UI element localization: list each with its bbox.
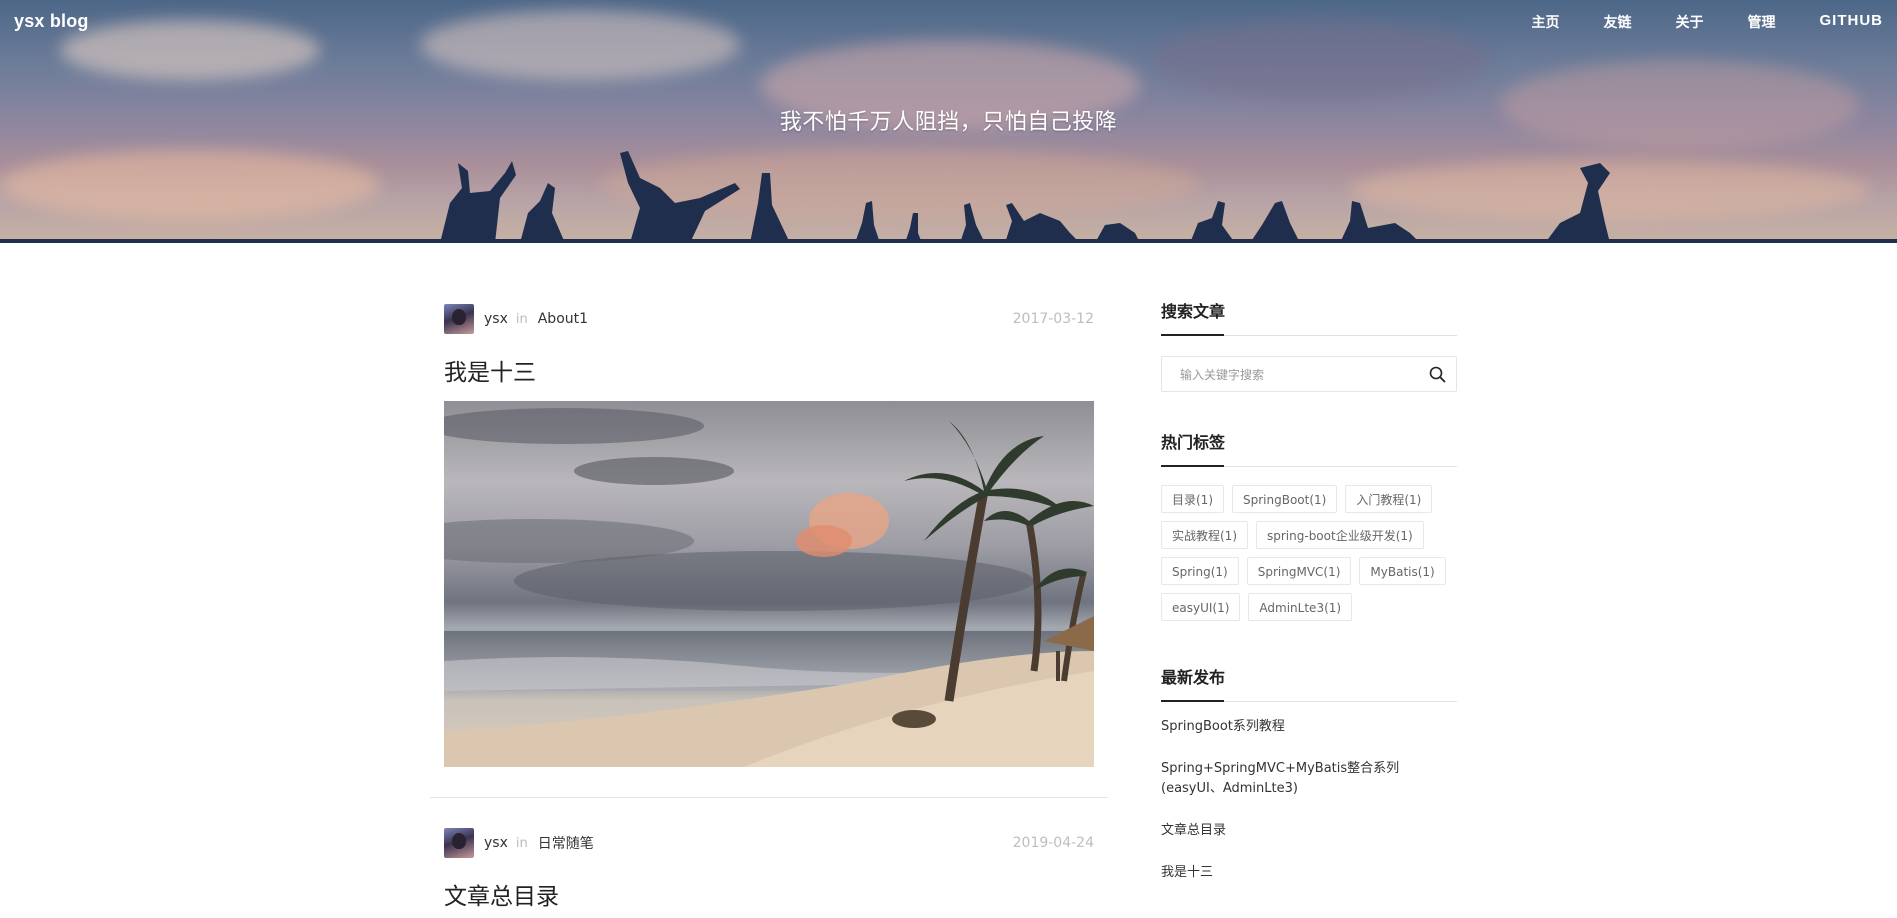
post-cover-image[interactable] bbox=[444, 401, 1094, 767]
author-avatar[interactable] bbox=[444, 828, 474, 858]
site-logo-link[interactable]: ysx blog bbox=[14, 11, 89, 32]
search-box bbox=[1161, 356, 1457, 393]
post-category-link[interactable]: About1 bbox=[538, 311, 588, 327]
tag-link[interactable]: 目录(1) bbox=[1161, 485, 1224, 513]
nav-home-link[interactable]: 主页 bbox=[1532, 12, 1560, 32]
tag-link[interactable]: easyUI(1) bbox=[1161, 593, 1241, 621]
hot-tags-widget: 热门标签 目录(1) SpringBoot(1) 入门教程(1) 实战教程(1)… bbox=[1161, 429, 1457, 629]
tag-cloud: 目录(1) SpringBoot(1) 入门教程(1) 实战教程(1) spri… bbox=[1161, 485, 1457, 629]
search-icon[interactable] bbox=[1429, 366, 1446, 383]
cloud-shape bbox=[1150, 20, 1490, 100]
hot-tags-title: 热门标签 bbox=[1161, 429, 1457, 467]
recent-post-link[interactable]: 文章总目录 bbox=[1161, 821, 1457, 841]
recent-posts-title: 最新发布 bbox=[1161, 664, 1457, 702]
post-divider bbox=[430, 797, 1108, 798]
recent-posts-list: SpringBoot系列教程 Spring+SpringMVC+MyBatis整… bbox=[1161, 717, 1457, 883]
recent-post-link[interactable]: Spring+SpringMVC+MyBatis整合系列(easyUI、Admi… bbox=[1161, 759, 1457, 799]
beach-palm-illustration bbox=[444, 408, 1094, 767]
post-author[interactable]: ysx bbox=[484, 311, 508, 327]
post-in-label: in bbox=[515, 835, 528, 851]
search-input[interactable] bbox=[1178, 357, 1422, 393]
people-silhouettes bbox=[0, 151, 1897, 243]
post-author[interactable]: ysx bbox=[484, 835, 508, 851]
tag-link[interactable]: SpringBoot(1) bbox=[1232, 485, 1338, 513]
search-widget: 搜索文章 bbox=[1161, 298, 1457, 393]
post-date: 2019-04-24 bbox=[1012, 835, 1094, 851]
search-widget-title: 搜索文章 bbox=[1161, 298, 1457, 336]
post-title[interactable]: 我是十三 bbox=[444, 353, 1094, 387]
tag-link[interactable]: spring-boot企业级开发(1) bbox=[1256, 521, 1424, 549]
recent-post-link[interactable]: SpringBoot系列教程 bbox=[1161, 717, 1457, 737]
post-card: ysx in About1 2017-03-12 我是十三 bbox=[444, 303, 1094, 767]
sidebar: 搜索文章 热门标签 目录(1) SpringBoot(1) 入门教程(1) 实战… bbox=[1161, 298, 1457, 883]
tag-link[interactable]: MyBatis(1) bbox=[1359, 557, 1446, 585]
post-meta: ysx in 日常随笔 2019-04-24 bbox=[444, 827, 1094, 859]
tag-link[interactable]: Spring(1) bbox=[1161, 557, 1239, 585]
nav-github-link[interactable]: GITHUB bbox=[1820, 12, 1884, 32]
post-date: 2017-03-12 bbox=[1012, 311, 1094, 327]
nav-friend-links-link[interactable]: 友链 bbox=[1604, 12, 1632, 32]
tag-link[interactable]: SpringMVC(1) bbox=[1246, 557, 1352, 585]
post-card: ysx in 日常随笔 2019-04-24 文章总目录 bbox=[444, 827, 1094, 911]
recent-posts-widget: 最新发布 SpringBoot系列教程 Spring+SpringMVC+MyB… bbox=[1161, 664, 1457, 883]
cloud-shape bbox=[420, 10, 740, 80]
post-meta: ysx in About1 2017-03-12 bbox=[444, 303, 1094, 335]
tag-link[interactable]: 实战教程(1) bbox=[1161, 521, 1248, 549]
post-in-label: in bbox=[515, 311, 528, 327]
recent-post-link[interactable]: 我是十三 bbox=[1161, 863, 1457, 883]
author-avatar[interactable] bbox=[444, 304, 474, 334]
post-title[interactable]: 文章总目录 bbox=[444, 877, 1094, 911]
tag-link[interactable]: 入门教程(1) bbox=[1345, 485, 1433, 513]
nav-admin-link[interactable]: 管理 bbox=[1748, 12, 1776, 32]
nav-about-link[interactable]: 关于 bbox=[1676, 12, 1704, 32]
tag-link[interactable]: AdminLte3(1) bbox=[1248, 593, 1353, 621]
top-nav: 主页 友链 关于 管理 GITHUB bbox=[1488, 12, 1884, 32]
post-category-link[interactable]: 日常随笔 bbox=[538, 833, 594, 853]
cloud-shape bbox=[60, 20, 320, 80]
header-banner: ysx blog 主页 友链 关于 管理 GITHUB 我不怕千万人阻挡，只怕自… bbox=[0, 0, 1897, 243]
site-slogan: 我不怕千万人阻挡，只怕自己投降 bbox=[779, 110, 1118, 135]
